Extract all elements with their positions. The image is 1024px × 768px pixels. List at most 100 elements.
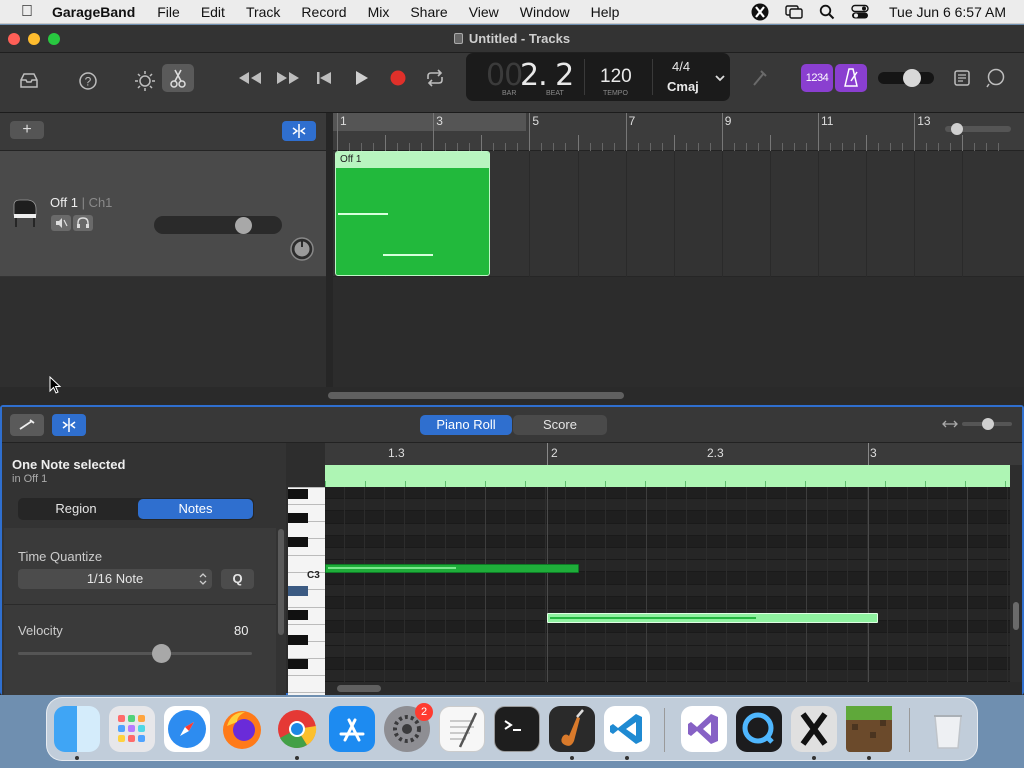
black-key[interactable] bbox=[288, 635, 308, 645]
screen-mirroring-icon[interactable] bbox=[785, 4, 803, 20]
piano-roll-scroll-thumb[interactable] bbox=[337, 685, 381, 692]
count-in-button[interactable]: 1234 bbox=[801, 64, 833, 92]
piano-roll-vertical-scroll[interactable] bbox=[1013, 602, 1019, 630]
black-key[interactable] bbox=[288, 489, 308, 499]
loop-browser-icon[interactable] bbox=[985, 68, 1007, 88]
piano-roll-region-bar[interactable] bbox=[325, 465, 1010, 487]
rewind-icon[interactable] bbox=[237, 70, 263, 86]
dock-visual-studio-icon[interactable] bbox=[681, 706, 727, 752]
tab-score[interactable]: Score bbox=[513, 415, 607, 435]
grid-column bbox=[947, 487, 949, 682]
master-volume-slider[interactable] bbox=[878, 69, 934, 87]
x-app-status-icon[interactable] bbox=[751, 3, 769, 21]
add-track-button[interactable]: + bbox=[10, 121, 44, 139]
menu-record[interactable]: Record bbox=[301, 4, 346, 20]
dock-safari-icon[interactable] bbox=[164, 706, 210, 752]
help-icon[interactable]: ? bbox=[78, 68, 98, 94]
time-quantize-select[interactable]: 1/16 Note bbox=[18, 569, 212, 589]
editors-button[interactable] bbox=[162, 64, 194, 92]
mute-button[interactable] bbox=[51, 215, 71, 231]
track-header[interactable]: Off 1 | Ch1 bbox=[0, 151, 326, 277]
ruler-subtick bbox=[457, 143, 459, 151]
track-volume-slider[interactable] bbox=[154, 216, 282, 234]
velocity-knob[interactable] bbox=[152, 644, 171, 663]
menu-view[interactable]: View bbox=[469, 4, 499, 20]
record-icon[interactable] bbox=[389, 69, 407, 87]
editor-zoom-knob[interactable] bbox=[982, 418, 994, 430]
piano-keyboard[interactable]: C3 bbox=[288, 487, 325, 695]
master-volume-knob[interactable] bbox=[903, 69, 921, 87]
menu-window[interactable]: Window bbox=[520, 4, 570, 20]
editor-catch-playhead-button[interactable] bbox=[52, 414, 86, 436]
lcd-display[interactable]: 00 2. 2 BAR BEAT 120 TEMPO 4/4 Cmaj bbox=[466, 53, 730, 101]
editor-zoom-slider[interactable] bbox=[962, 418, 1012, 430]
editor-pencil-button[interactable] bbox=[10, 414, 44, 436]
horizontal-zoom-slider[interactable] bbox=[945, 123, 1011, 135]
ruler-tick bbox=[385, 135, 387, 151]
arrange-horizontal-scrollbar[interactable] bbox=[326, 387, 1024, 403]
arrange-area[interactable]: Off 1 bbox=[333, 151, 1024, 387]
piano-roll-horizontal-scrollbar[interactable] bbox=[325, 682, 1022, 695]
dock-launchpad-icon[interactable] bbox=[109, 706, 155, 752]
dock-app-store-icon[interactable] bbox=[329, 706, 375, 752]
menu-share[interactable]: Share bbox=[410, 4, 447, 20]
dock-minecraft-icon[interactable] bbox=[846, 706, 892, 752]
black-key[interactable] bbox=[288, 513, 308, 523]
dock-textedit-icon[interactable] bbox=[439, 706, 485, 752]
ruler-subtick bbox=[878, 143, 880, 151]
dock-firefox-icon[interactable] bbox=[219, 706, 265, 752]
inspector-scrollbar[interactable] bbox=[278, 529, 284, 635]
piano-roll-grid[interactable] bbox=[325, 487, 1010, 682]
track-pan-knob[interactable] bbox=[289, 236, 315, 262]
notepad-icon[interactable] bbox=[953, 69, 971, 87]
dock-quicktime-icon[interactable] bbox=[736, 706, 782, 752]
arrange-scroll-thumb[interactable] bbox=[328, 392, 624, 399]
tab-piano-roll[interactable]: Piano Roll bbox=[420, 415, 512, 435]
black-key[interactable] bbox=[288, 610, 308, 620]
dock-finder-icon[interactable] bbox=[54, 706, 100, 752]
quantize-button[interactable]: Q bbox=[221, 569, 254, 589]
inspector-tab-notes[interactable]: Notes bbox=[138, 499, 253, 519]
inspector-tab-region[interactable]: Region bbox=[18, 499, 134, 519]
velocity-slider[interactable] bbox=[18, 644, 252, 663]
midi-region[interactable]: Off 1 bbox=[335, 151, 490, 276]
black-key[interactable] bbox=[288, 586, 308, 596]
midi-note-selected[interactable] bbox=[547, 613, 878, 623]
piano-roll-ruler[interactable]: 1.3 2 2.3 3 bbox=[325, 443, 1022, 465]
play-icon[interactable] bbox=[354, 69, 370, 87]
tuner-icon[interactable] bbox=[750, 67, 770, 89]
catch-playhead-button[interactable] bbox=[282, 121, 316, 141]
horizontal-zoom-knob[interactable] bbox=[951, 123, 963, 135]
menu-edit[interactable]: Edit bbox=[201, 4, 225, 20]
dock-trash-icon[interactable] bbox=[925, 706, 971, 752]
menu-track[interactable]: Track bbox=[246, 4, 280, 20]
go-to-beginning-icon[interactable] bbox=[315, 70, 333, 86]
menu-mix[interactable]: Mix bbox=[368, 4, 390, 20]
cycle-icon[interactable] bbox=[424, 69, 446, 87]
black-key[interactable] bbox=[288, 659, 308, 669]
dock-x-app-icon[interactable] bbox=[791, 706, 837, 752]
control-center-icon[interactable] bbox=[851, 4, 869, 20]
dock-garageband-icon[interactable] bbox=[549, 706, 595, 752]
black-key[interactable] bbox=[288, 537, 308, 547]
solo-button[interactable] bbox=[73, 215, 93, 231]
apple-menu-icon[interactable]:  bbox=[18, 3, 36, 21]
timeline-ruler[interactable]: 1 3 5 7 9 11 13 bbox=[333, 113, 1024, 151]
fast-forward-icon[interactable] bbox=[275, 70, 301, 86]
dock-terminal-icon[interactable] bbox=[494, 706, 540, 752]
dock-vscode-icon[interactable] bbox=[604, 706, 650, 752]
spotlight-search-icon[interactable] bbox=[819, 4, 835, 20]
cycle-region-bar[interactable] bbox=[333, 113, 526, 131]
library-icon[interactable] bbox=[18, 68, 40, 94]
lcd-chevron-down-icon[interactable] bbox=[714, 73, 726, 83]
track-volume-knob[interactable] bbox=[235, 217, 252, 234]
menu-help[interactable]: Help bbox=[591, 4, 620, 20]
menubar-clock[interactable]: Tue Jun 6 6:57 AM bbox=[889, 4, 1006, 20]
track-name[interactable]: Off 1 bbox=[50, 195, 78, 210]
menu-app-name[interactable]: GarageBand bbox=[52, 4, 135, 20]
dock-chrome-icon[interactable] bbox=[274, 706, 320, 752]
menu-file[interactable]: File bbox=[157, 4, 180, 20]
metronome-button[interactable] bbox=[835, 64, 867, 92]
smart-controls-icon[interactable] bbox=[134, 68, 156, 94]
midi-note[interactable] bbox=[325, 564, 579, 573]
